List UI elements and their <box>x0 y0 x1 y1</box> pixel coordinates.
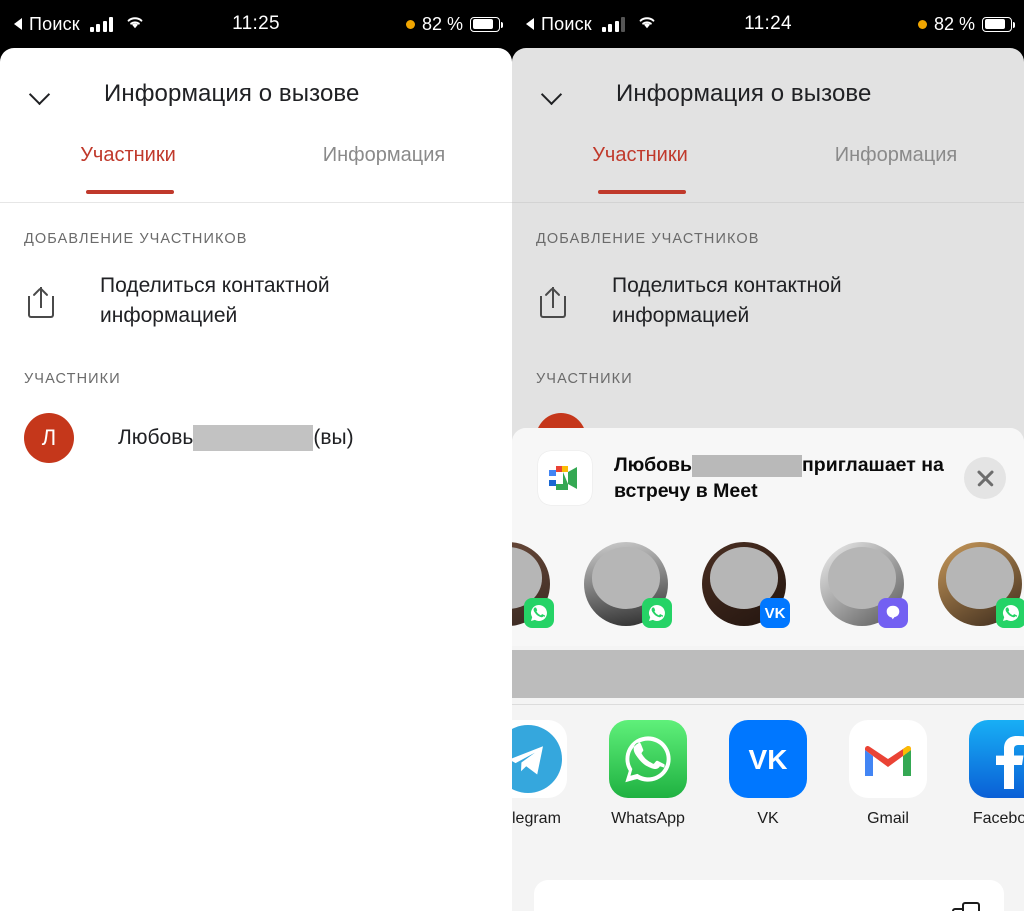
contact-suggestion[interactable] <box>584 542 672 628</box>
section-participants-label: УЧАСТНИКИ <box>536 370 633 387</box>
viber-badge-icon <box>878 598 908 628</box>
section-participants-label: УЧАСТНИКИ <box>24 370 121 387</box>
participant-list-item[interactable]: Л Любовь (вы) <box>0 387 512 463</box>
whatsapp-badge-icon <box>642 598 672 628</box>
battery-percent-label: 82 % <box>421 13 463 34</box>
share-contact-label: Поделиться контактной информацией <box>612 274 842 327</box>
left-phone-screen: Поиск 11:25 82 % Информация о вызове Уча… <box>0 0 512 911</box>
gmail-icon <box>849 720 927 798</box>
share-app-whatsapp[interactable]: WhatsApp <box>602 720 694 828</box>
share-sheet-title: Любовь приглашает на встречу в Meet <box>614 452 964 504</box>
chevron-down-icon[interactable] <box>30 83 52 105</box>
battery-icon <box>470 16 503 32</box>
share-app-label: Facebook <box>972 810 1024 827</box>
tab-information[interactable]: Информация <box>768 140 1024 202</box>
facebook-icon <box>969 720 1024 798</box>
call-info-card: Информация о вызове Участники Информация… <box>0 48 512 911</box>
page-title: Информация о вызове <box>104 80 360 107</box>
svg-text:VK: VK <box>749 744 788 775</box>
share-sheet-action-row[interactable] <box>534 880 1004 911</box>
share-app-label: Telegram <box>512 810 561 827</box>
share-sheet-divider <box>512 704 1024 705</box>
whatsapp-badge-icon <box>524 598 554 628</box>
share-contact-row[interactable]: Поделиться контактной информацией <box>512 247 1024 331</box>
participant-name: Любовь (вы) <box>118 424 354 451</box>
screenshot-root: Поиск 11:25 82 % Информация о вызове Уча… <box>0 0 1024 911</box>
tab-active-indicator <box>86 190 174 194</box>
status-bar-right-group: 82 % <box>917 0 1015 48</box>
share-icon <box>26 284 56 318</box>
recording-dot-icon <box>917 19 927 29</box>
share-contact-row[interactable]: Поделиться контактной информацией <box>0 247 512 331</box>
battery-icon <box>982 16 1015 32</box>
section-add-participants-label: ДОБАВЛЕНИЕ УЧАСТНИКОВ <box>24 231 248 247</box>
section-add-participants-label: ДОБАВЛЕНИЕ УЧАСТНИКОВ <box>536 231 760 247</box>
share-icon <box>538 284 568 318</box>
redacted-name-block <box>193 424 314 451</box>
vk-icon: VK <box>729 720 807 798</box>
battery-percent-label: 82 % <box>933 13 975 34</box>
share-sheet-apps-row: Telegram WhatsApp VK VK <box>512 720 1024 860</box>
contact-suggestion[interactable] <box>820 542 908 628</box>
contact-suggestion[interactable] <box>938 542 1024 628</box>
redacted-name-block <box>692 454 803 477</box>
redacted-contact-names-bar <box>512 650 1024 698</box>
right-phone-screen: Поиск 11:24 82 % Информация о вызове Уча… <box>512 0 1024 911</box>
share-app-telegram[interactable]: Telegram <box>512 720 574 828</box>
tab-active-indicator <box>598 190 686 194</box>
chevron-down-icon[interactable] <box>542 83 564 105</box>
share-app-label: WhatsApp <box>611 810 685 827</box>
share-app-gmail[interactable]: Gmail <box>842 720 934 828</box>
google-meet-icon <box>538 451 592 505</box>
tab-information[interactable]: Информация <box>256 140 512 202</box>
share-app-vk[interactable]: VK VK <box>722 720 814 828</box>
share-app-label: VK <box>757 810 779 827</box>
contact-suggestion[interactable]: VK <box>702 542 790 628</box>
share-sheet-contacts-row: VK <box>512 528 1024 646</box>
copy-icon[interactable] <box>952 902 982 911</box>
telegram-icon <box>512 720 567 798</box>
whatsapp-badge-icon <box>996 598 1024 628</box>
contact-suggestion[interactable] <box>512 542 554 628</box>
status-bar-right-group: 82 % <box>405 0 503 48</box>
share-app-label: Gmail <box>867 810 909 827</box>
share-sheet: Любовь приглашает на встречу в Meet VK l… <box>512 428 1024 911</box>
share-app-facebook[interactable]: Facebook <box>962 720 1024 828</box>
call-info-header: Информация о вызове <box>0 48 512 140</box>
vk-badge-icon: VK <box>760 598 790 628</box>
share-sheet-header: Любовь приглашает на встречу в Meet <box>512 428 1024 528</box>
call-info-header: Информация о вызове <box>512 48 1024 140</box>
participant-name-prefix: Любовь <box>118 425 194 449</box>
tab-bar: Участники Информация <box>0 140 512 202</box>
close-icon[interactable] <box>964 457 1006 499</box>
whatsapp-icon <box>609 720 687 798</box>
avatar: Л <box>24 412 74 463</box>
share-contact-label: Поделиться контактной информацией <box>100 274 330 327</box>
page-title: Информация о вызове <box>616 80 872 107</box>
status-bar-right: Поиск 11:24 82 % <box>512 0 1024 48</box>
recording-dot-icon <box>405 19 415 29</box>
status-bar-left: Поиск 11:25 82 % <box>0 0 512 48</box>
participant-name-suffix: (вы) <box>313 425 354 449</box>
share-sheet-title-prefix: Любовь <box>614 453 693 476</box>
tab-bar: Участники Информация <box>512 140 1024 202</box>
